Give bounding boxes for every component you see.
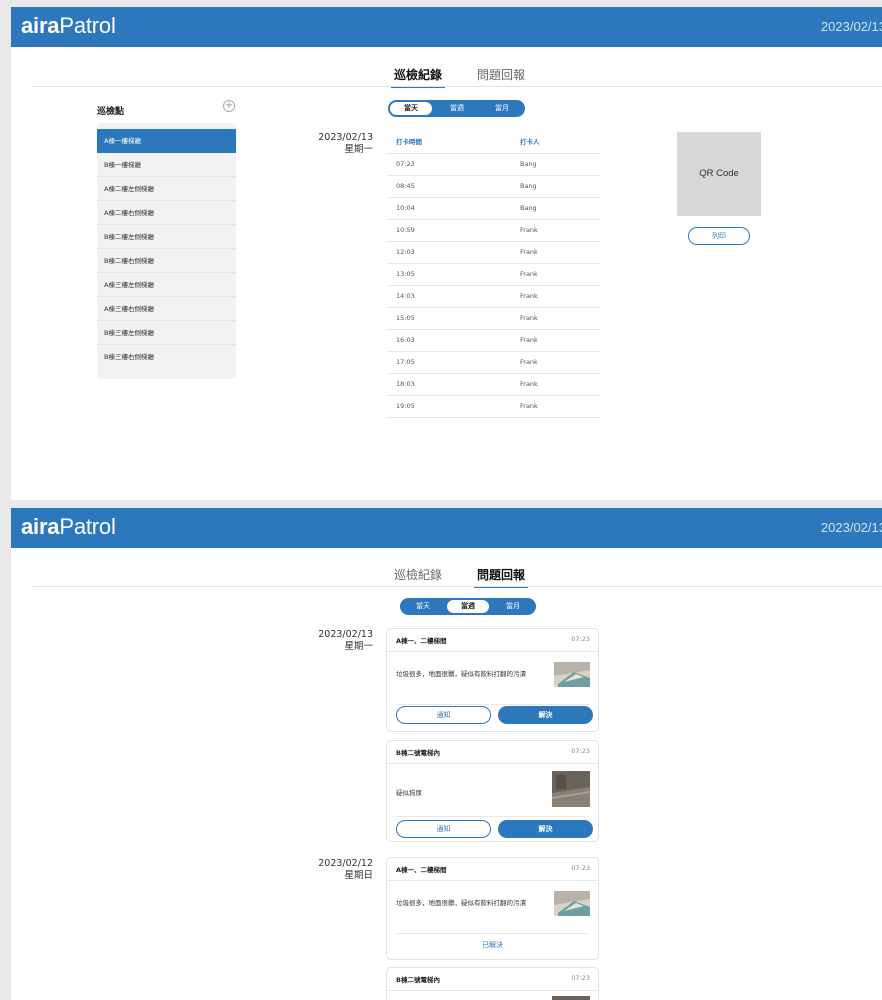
issue-card: A棟一、二樓梯間 07:23 垃圾很多，地面很髒，疑似有飲料打翻的污漬 已解決 [386, 857, 599, 960]
tab-issue-report[interactable]: 問題回報 [477, 66, 525, 87]
sidebar-item[interactable]: A棟一樓梯廳 [97, 129, 236, 153]
period-week[interactable]: 當週 [436, 102, 478, 115]
patrol-date: 2023/02/13 星期一 [318, 132, 373, 156]
sidebar-item[interactable]: A棟三樓右側梯廳 [97, 297, 236, 321]
qr-code: QR Code [677, 132, 761, 216]
table-row: 16:03 Frank [387, 330, 601, 352]
tab-bar: 巡檢紀錄 問題回報 [11, 566, 882, 588]
notify-button[interactable]: 通知 [396, 706, 491, 724]
sidebar-item[interactable]: A棟三樓左側梯廳 [97, 273, 236, 297]
table-row: 10:59 Frank [387, 220, 601, 242]
weekday-label: 星期一 [344, 144, 373, 155]
period-selector: 當天 當週 當月 [388, 100, 525, 117]
app-header: airaPatrol 2023/02/13 [11, 7, 882, 47]
sidebar-item[interactable]: A棟二樓右側梯廳 [97, 201, 236, 225]
checkpoint-list: A棟一樓梯廳 B棟一樓梯廳 A棟二樓左側梯廳 A棟二樓右側梯廳 B棟二樓左側梯廳… [97, 123, 236, 379]
issue-card-header: B棟二號電梯內 07:23 [387, 968, 598, 991]
issue-card-header: A棟一、二樓梯間 07:23 [387, 629, 598, 652]
card-divider [396, 816, 589, 817]
issue-card: B棟二號電梯內 07:23 疑似狗尿 通知 解決 [386, 740, 599, 842]
tab-bar: 巡檢紀錄 問題回報 [11, 66, 882, 88]
issue-time: 07:23 [571, 635, 590, 643]
date-label: 2023/02/13 [318, 132, 373, 143]
period-month[interactable]: 當月 [481, 102, 523, 115]
period-selector: 當天 當週 當月 [400, 598, 536, 615]
sidebar-item[interactable]: B棟一樓梯廳 [97, 153, 236, 177]
card-divider [396, 933, 589, 934]
issue-time: 07:23 [571, 747, 590, 755]
sidebar-item[interactable]: A棟二樓左側梯廳 [97, 177, 236, 201]
date-label: 2023/02/13 [318, 629, 373, 640]
patrol-record-screen: airaPatrol 2023/02/13 巡檢紀錄 問題回報 當天 當週 當月… [11, 7, 882, 500]
app-logo: airaPatrol [21, 514, 116, 539]
issue-card-header: A棟一、二樓梯間 07:23 [387, 858, 598, 881]
tab-patrol-record[interactable]: 巡檢紀錄 [390, 66, 446, 88]
issue-location: B棟二號電梯內 [396, 749, 440, 757]
notify-button[interactable]: 通知 [396, 820, 491, 838]
weekday-label: 星期一 [344, 641, 373, 652]
sidebar-item[interactable]: B棟三樓左側梯廳 [97, 321, 236, 345]
plus-circle-icon[interactable]: + [223, 100, 235, 112]
period-today[interactable]: 當天 [390, 102, 432, 115]
table-row: 18:03 Frank [387, 374, 601, 396]
issue-time: 07:23 [571, 864, 590, 872]
issue-photo[interactable] [552, 771, 590, 807]
table-row: 17:05 Frank [387, 352, 601, 374]
issue-photo[interactable] [554, 662, 590, 687]
sidebar-item[interactable]: B棟二樓左側梯廳 [97, 225, 236, 249]
issue-report-screen: airaPatrol 2023/02/13 巡檢紀錄 問題回報 當天 當週 當月… [11, 508, 882, 1000]
issue-location: A棟一、二樓梯間 [396, 866, 447, 874]
resolve-button[interactable]: 解決 [498, 820, 593, 838]
column-header-person: 打卡人 [520, 138, 540, 146]
table-row: 12:03 Frank [387, 242, 601, 264]
tab-divider [33, 586, 882, 587]
sidebar-title: 巡檢點 [97, 107, 125, 117]
resolved-status: 已解決 [482, 941, 503, 949]
print-button[interactable]: 列印 [688, 227, 750, 245]
table-row: 19:05 Frank [387, 396, 601, 418]
table-row: 15:05 Frank [387, 308, 601, 330]
issue-description: 疑似狗尿 [396, 789, 422, 797]
issue-card: A棟一、二樓梯間 07:23 垃圾很多，地面很髒，疑似有飲料打翻的污漬 通知 解… [386, 628, 599, 732]
table-header: 打卡時間 打卡人 [387, 132, 601, 154]
issue-location: B棟二號電梯內 [396, 976, 440, 984]
issue-description: 垃圾很多，地面很髒，疑似有飲料打翻的污漬 [396, 670, 526, 678]
table-row: 07:23 Bang [387, 154, 601, 176]
column-header-time: 打卡時間 [396, 138, 422, 146]
app-logo: airaPatrol [21, 13, 116, 38]
issue-photo[interactable] [552, 996, 590, 1000]
issue-description: 垃圾很多，地面很髒，疑似有飲料打翻的污漬 [396, 899, 526, 907]
issue-card: B棟二號電梯內 07:23 [386, 967, 599, 1000]
tab-patrol-record[interactable]: 巡檢紀錄 [394, 566, 442, 587]
tab-issue-report[interactable]: 問題回報 [473, 566, 529, 588]
issue-location: A棟一、二樓梯間 [396, 637, 447, 645]
header-date: 2023/02/13 [820, 19, 882, 34]
resolve-button[interactable]: 解決 [498, 706, 593, 724]
period-week[interactable]: 當週 [447, 600, 489, 613]
table-row: 14:03 Frank [387, 286, 601, 308]
issue-photo[interactable] [554, 891, 590, 916]
date-label: 2023/02/12 [318, 858, 373, 869]
period-today[interactable]: 當天 [402, 600, 444, 613]
period-month[interactable]: 當月 [492, 600, 534, 613]
table-row: 08:45 Bang [387, 176, 601, 198]
sidebar-item[interactable]: B棟三樓右側梯廳 [97, 345, 236, 369]
issue-card-header: B棟二號電梯內 07:23 [387, 741, 598, 764]
report-date: 2023/02/12 星期日 [318, 858, 373, 882]
card-divider [396, 704, 589, 705]
sidebar-item[interactable]: B棟二樓右側梯廳 [97, 249, 236, 273]
app-header: airaPatrol 2023/02/13 [11, 508, 882, 548]
report-date: 2023/02/13 星期一 [318, 629, 373, 653]
table-row: 10:04 Bang [387, 198, 601, 220]
table-row: 13:05 Frank [387, 264, 601, 286]
tab-divider [33, 86, 882, 87]
header-date: 2023/02/13 [820, 520, 882, 535]
issue-time: 07:23 [571, 974, 590, 982]
weekday-label: 星期日 [344, 870, 373, 881]
